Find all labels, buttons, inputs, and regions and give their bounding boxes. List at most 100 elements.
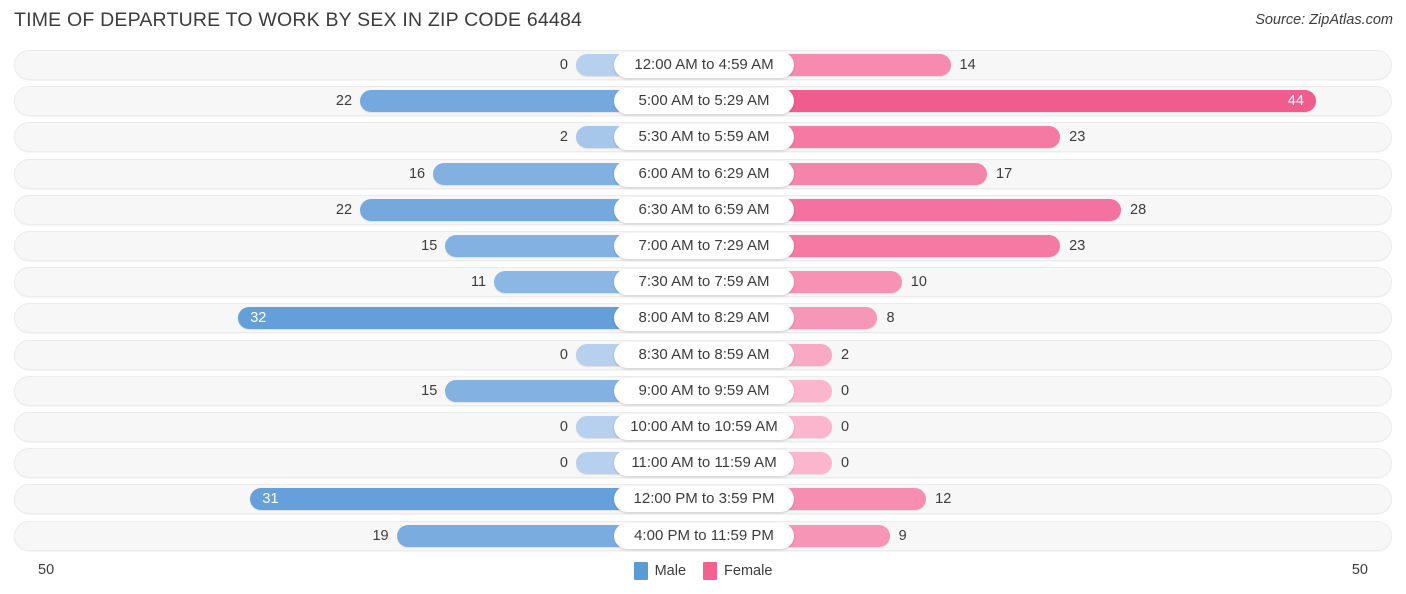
chart-row: 19 9 4:00 PM to 11:59 PM — [14, 520, 1392, 551]
bar-value-female: 0 — [841, 382, 850, 399]
bar-female[interactable] — [780, 162, 988, 185]
chart-row-inner: 15 0 9:00 AM to 9:59 AM — [15, 377, 1391, 405]
category-label: 12:00 PM to 3:59 PM — [614, 486, 794, 513]
bar-value-male: 0 — [559, 455, 568, 472]
bar-value-female: 17 — [996, 165, 1013, 182]
chart-row: 0 14 12:00 AM to 4:59 AM — [14, 50, 1392, 80]
chart-row-inner: 22 44 5:00 AM to 5:29 AM — [15, 87, 1391, 115]
bar-value-female: 8 — [886, 310, 895, 327]
bar-male[interactable] — [360, 90, 628, 113]
bar-value-female: 2 — [841, 346, 850, 363]
chart-legend: Male Female — [0, 562, 1406, 580]
chart-row: 32 8 8:00 AM to 8:29 AM — [14, 303, 1392, 334]
bar-value-male: 22 — [335, 93, 353, 110]
bar-male[interactable] — [396, 524, 628, 547]
bar-male[interactable] — [445, 235, 628, 257]
chart-row: 31 12 12:00 PM to 3:59 PM — [14, 484, 1392, 515]
chart-row-inner: 32 8 8:00 AM to 8:29 AM — [15, 304, 1391, 332]
bar-female[interactable] — [780, 90, 1316, 113]
legend-swatch-female-icon — [703, 562, 718, 580]
chart-row-inner: 2 23 5:30 AM to 5:59 AM — [15, 123, 1391, 151]
chart-row: 2 23 5:30 AM to 5:59 AM — [14, 122, 1392, 153]
bar-female[interactable] — [780, 198, 1122, 221]
bar-value-female: 23 — [1069, 129, 1086, 146]
bar-female[interactable] — [780, 524, 890, 547]
bar-value-male: 11 — [470, 274, 487, 291]
page-title: TIME OF DEPARTURE TO WORK BY SEX IN ZIP … — [14, 9, 583, 31]
category-label: 4:00 PM to 11:59 PM — [614, 522, 794, 549]
bar-value-male: 31 — [262, 491, 279, 508]
bar-female[interactable] — [780, 126, 1061, 149]
bar-male[interactable] — [445, 379, 628, 402]
legend-item-female[interactable]: Female — [703, 562, 772, 580]
legend-swatch-male-icon — [633, 562, 648, 580]
bar-female[interactable] — [780, 307, 878, 330]
chart-row-inner: 0 0 10:00 AM to 10:59 AM — [15, 413, 1391, 441]
bar-value-male: 32 — [250, 310, 267, 327]
chart-row: 0 0 10:00 AM to 10:59 AM — [14, 412, 1392, 442]
chart-row: 11 10 7:30 AM to 7:59 AM — [14, 267, 1392, 298]
bar-value-male: 19 — [372, 527, 389, 544]
chart-row: 22 44 5:00 AM to 5:29 AM — [14, 86, 1392, 117]
chart-row-inner: 0 0 11:00 AM to 11:59 AM — [15, 449, 1391, 477]
bar-value-female: 14 — [959, 57, 976, 73]
legend-item-male[interactable]: Male — [633, 562, 687, 580]
category-label: 6:00 AM to 6:29 AM — [614, 160, 794, 187]
bar-value-male: 16 — [408, 165, 426, 182]
chart-row-inner: 19 9 4:00 PM to 11:59 PM — [15, 522, 1391, 550]
bar-male[interactable] — [433, 162, 628, 185]
chart-row-inner: 16 17 6:00 AM to 6:29 AM — [15, 160, 1391, 188]
legend-label-female: Female — [724, 563, 773, 579]
bar-value-male: 0 — [559, 419, 568, 435]
legend-label-male: Male — [654, 563, 687, 579]
category-label: 5:30 AM to 5:59 AM — [614, 124, 794, 151]
chart-row-inner: 0 2 8:30 AM to 8:59 AM — [15, 341, 1391, 369]
chart-row-inner: 0 14 12:00 AM to 4:59 AM — [15, 51, 1391, 79]
category-label: 10:00 AM to 10:59 AM — [614, 414, 794, 440]
category-label: 9:00 AM to 9:59 AM — [614, 377, 794, 404]
category-label: 6:30 AM to 6:59 AM — [614, 196, 794, 223]
chart-row: 0 0 11:00 AM to 11:59 AM — [14, 448, 1392, 479]
bar-value-male: 2 — [559, 129, 568, 146]
category-label: 8:00 AM to 8:29 AM — [614, 305, 794, 332]
chart-row: 15 23 7:00 AM to 7:29 AM — [14, 231, 1392, 261]
chart-row: 15 0 9:00 AM to 9:59 AM — [14, 375, 1392, 406]
bar-female[interactable] — [780, 271, 902, 294]
category-label: 5:00 AM to 5:29 AM — [614, 88, 794, 115]
category-label: 7:30 AM to 7:59 AM — [614, 269, 794, 296]
source-attribution: Source: ZipAtlas.com — [1255, 12, 1393, 28]
category-label: 12:00 AM to 4:59 AM — [614, 52, 794, 78]
bar-value-female: 28 — [1130, 201, 1147, 218]
bar-male[interactable] — [238, 307, 628, 330]
bar-value-male: 0 — [559, 57, 568, 73]
chart-container: TIME OF DEPARTURE TO WORK BY SEX IN ZIP … — [0, 0, 1406, 594]
chart-row-inner: 22 28 6:30 AM to 6:59 AM — [15, 196, 1391, 224]
bar-value-female: 0 — [841, 455, 850, 472]
bar-male[interactable] — [360, 198, 628, 221]
category-label: 7:00 AM to 7:29 AM — [614, 233, 794, 259]
bar-value-male: 22 — [335, 201, 353, 218]
category-label: 11:00 AM to 11:59 AM — [614, 450, 794, 477]
bar-male[interactable] — [494, 271, 628, 294]
bar-female[interactable] — [780, 235, 1061, 257]
bar-value-male: 15 — [421, 382, 438, 399]
bar-value-female: 9 — [898, 527, 907, 544]
bar-value-male: 15 — [421, 238, 438, 254]
category-label: 8:30 AM to 8:59 AM — [614, 341, 794, 368]
bar-male[interactable] — [250, 488, 628, 511]
bar-female[interactable] — [780, 488, 927, 511]
plot-area: 0 14 12:00 AM to 4:59 AM 22 44 5:00 AM to 5:2… — [0, 50, 1406, 553]
chart-row: 22 28 6:30 AM to 6:59 AM — [14, 194, 1392, 225]
bar-value-female: 10 — [910, 274, 927, 291]
bar-value-male: 0 — [559, 346, 568, 363]
bar-value-female: 0 — [841, 419, 850, 435]
bar-value-female: 23 — [1069, 238, 1086, 254]
bar-value-female: 12 — [935, 491, 952, 508]
chart-row-inner: 11 10 7:30 AM to 7:59 AM — [15, 268, 1391, 296]
bar-value-female: 44 — [1287, 93, 1304, 110]
chart-row: 0 2 8:30 AM to 8:59 AM — [14, 339, 1392, 370]
chart-row: 16 17 6:00 AM to 6:29 AM — [14, 158, 1392, 189]
bar-female[interactable] — [780, 54, 951, 76]
chart-row-inner: 15 23 7:00 AM to 7:29 AM — [15, 232, 1391, 260]
chart-row-inner: 31 12 12:00 PM to 3:59 PM — [15, 485, 1391, 513]
